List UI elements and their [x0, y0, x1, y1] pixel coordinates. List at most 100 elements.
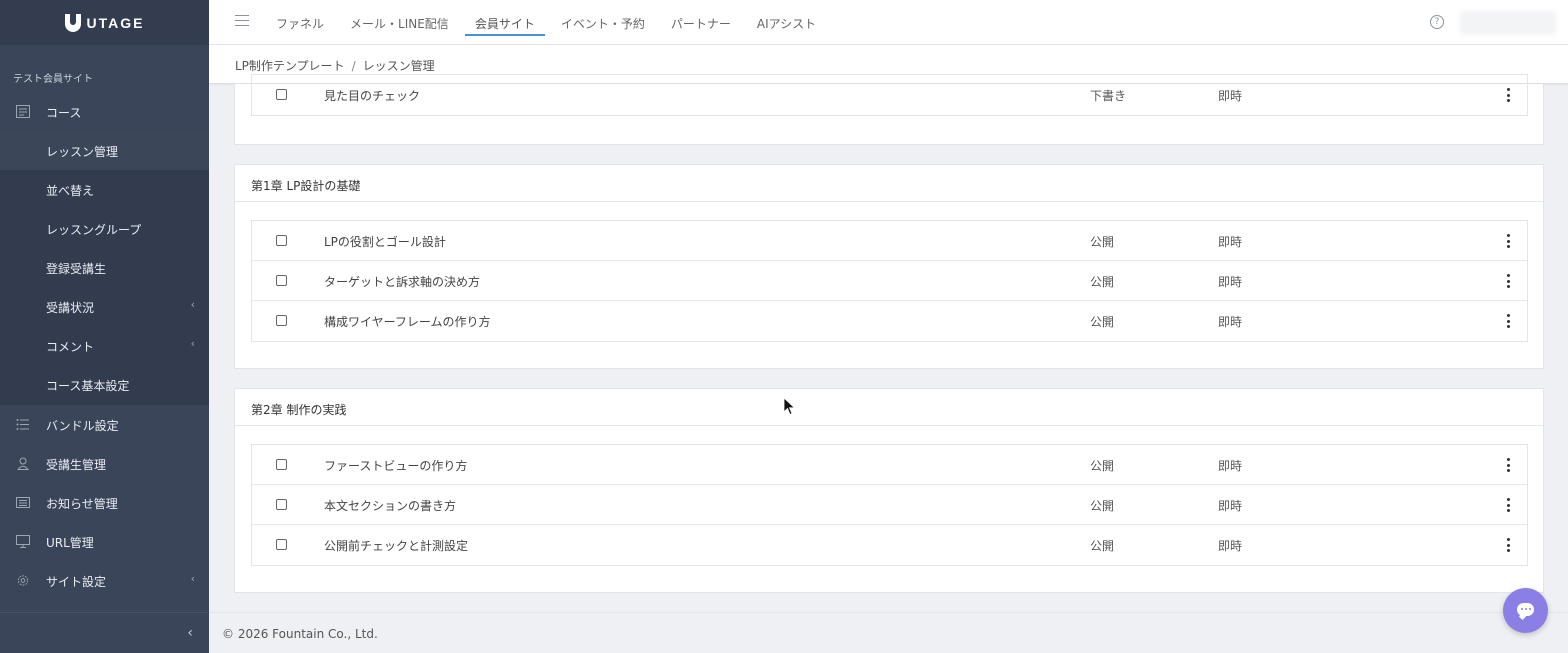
sidebar-item-label: 登録受講生: [46, 262, 107, 276]
lesson-table: 見た目のチェック 下書き 即時: [251, 74, 1528, 116]
gear-icon: [16, 574, 30, 587]
lesson-row: 見た目のチェック 下書き 即時: [252, 75, 1527, 115]
section-title: 第2章 制作の実践: [235, 389, 1543, 426]
sidebar-item-registered-students[interactable]: 登録受講生: [0, 248, 209, 287]
sidebar-item-label: 受講状況: [46, 301, 95, 315]
lesson-title[interactable]: ターゲットと訴求軸の決め方: [324, 273, 480, 290]
lesson-timing: 即時: [1218, 235, 1243, 249]
collapse-chevron-icon[interactable]: ‹: [187, 625, 193, 641]
lesson-title[interactable]: 本文セクションの書き方: [324, 497, 456, 514]
lesson-checkbox[interactable]: [276, 539, 287, 550]
sidebar-item-label: お知らせ管理: [46, 497, 118, 511]
lesson-status: 公開: [1090, 275, 1115, 289]
more-options-icon[interactable]: [1505, 458, 1511, 472]
sidebar: UTAGE テスト会員サイト コース レッスン管理 並べ替え レッスングループ …: [0, 0, 209, 653]
sidebar-item-student-management[interactable]: 受講生管理: [0, 444, 209, 483]
more-options-icon[interactable]: [1505, 274, 1511, 288]
lesson-table: ファーストビューの作り方 公開 即時 本文セクションの書き方 公開 即時 公開前…: [251, 444, 1528, 566]
topnav-ai-assist[interactable]: AIアシスト: [747, 0, 826, 36]
sidebar-item-notice-management[interactable]: お知らせ管理: [0, 483, 209, 522]
lesson-timing: 即時: [1218, 539, 1243, 553]
hamburger-menu-icon[interactable]: [235, 15, 249, 27]
lesson-table: LPの役割とゴール設計 公開 即時 ターゲットと訴求軸の決め方 公開 即時 構成…: [251, 220, 1528, 342]
lesson-checkbox[interactable]: [276, 235, 287, 246]
topnav-partner[interactable]: パートナー: [661, 0, 741, 36]
breadcrumb-parent[interactable]: LP制作テンプレート: [235, 59, 345, 73]
lesson-section: 第2章 制作の実践 ファーストビューの作り方 公開 即時 本文セクションの書き方…: [234, 388, 1544, 593]
user-menu[interactable]: [1460, 11, 1556, 35]
logo[interactable]: UTAGE: [0, 0, 209, 45]
sidebar-item-progress[interactable]: 受講状況 ‹: [0, 287, 209, 326]
lesson-checkbox[interactable]: [276, 459, 287, 470]
chevron-left-icon: ‹: [190, 298, 195, 311]
section-title: 第1章 LP設計の基礎: [235, 165, 1543, 202]
lesson-timing: 即時: [1218, 89, 1243, 103]
lesson-section: 第1章 LP設計の基礎 LPの役割とゴール設計 公開 即時 ターゲットと訴求軸の…: [234, 164, 1544, 369]
more-options-icon[interactable]: [1505, 538, 1511, 552]
topnav-member-site[interactable]: 会員サイト: [464, 0, 545, 36]
sidebar-item-label: レッスン管理: [46, 145, 119, 159]
lesson-row: 構成ワイヤーフレームの作り方 公開 即時: [252, 301, 1527, 341]
lesson-row: LPの役割とゴール設計 公開 即時: [252, 221, 1527, 261]
lesson-status: 公開: [1090, 539, 1115, 553]
footer: © 2026 Fountain Co., Ltd.: [209, 612, 1568, 653]
lesson-title[interactable]: ファーストビューの作り方: [324, 457, 467, 474]
chat-button[interactable]: [1503, 588, 1548, 633]
lesson-checkbox[interactable]: [276, 499, 287, 510]
topnav-funnel[interactable]: ファネル: [266, 0, 334, 36]
sidebar-item-bundle-settings[interactable]: バンドル設定: [0, 405, 209, 444]
lesson-title[interactable]: LPの役割とゴール設計: [324, 233, 446, 250]
lesson-timing: 即時: [1218, 315, 1243, 329]
lesson-checkbox[interactable]: [276, 275, 287, 286]
more-options-icon[interactable]: [1505, 88, 1511, 102]
lesson-row: 公開前チェックと計測設定 公開 即時: [252, 525, 1527, 565]
chevron-left-icon: ‹: [190, 572, 195, 585]
sidebar-item-label: コース: [46, 106, 82, 120]
topnav-event[interactable]: イベント・予約: [551, 0, 655, 36]
sidebar-item-course[interactable]: コース: [0, 92, 209, 131]
document-icon: [16, 105, 30, 118]
lesson-title[interactable]: 構成ワイヤーフレームの作り方: [324, 313, 491, 330]
sidebar-item-label: バンドル設定: [46, 419, 119, 433]
more-options-icon[interactable]: [1505, 314, 1511, 328]
utage-logo-icon: [64, 13, 81, 32]
lesson-status: 公開: [1090, 235, 1115, 249]
lesson-row: ターゲットと訴求軸の決め方 公開 即時: [252, 261, 1527, 301]
sidebar-item-url-management[interactable]: URL管理: [0, 522, 209, 561]
monitor-icon: [16, 535, 30, 548]
sidebar-item-label: レッスングループ: [46, 223, 142, 237]
lesson-title[interactable]: 公開前チェックと計測設定: [324, 537, 468, 554]
copyright: © 2026 Fountain Co., Ltd.: [222, 627, 378, 641]
help-icon[interactable]: ?: [1430, 15, 1444, 29]
sidebar-item-label: 並べ替え: [46, 184, 95, 198]
lesson-row: ファーストビューの作り方 公開 即時: [252, 445, 1527, 485]
lesson-checkbox[interactable]: [276, 89, 287, 100]
logo-text: UTAGE: [86, 14, 145, 31]
more-options-icon[interactable]: [1505, 234, 1511, 248]
lesson-checkbox[interactable]: [276, 315, 287, 326]
person-icon: [16, 457, 30, 470]
top-navbar: ファネル メール・LINE配信 会員サイト イベント・予約 パートナー AIアシ…: [209, 0, 1568, 45]
lesson-status: 公開: [1090, 499, 1115, 513]
sidebar-item-course-settings[interactable]: コース基本設定: [0, 365, 209, 404]
sidebar-item-site-settings[interactable]: サイト設定 ‹: [0, 561, 209, 600]
lesson-section: 見た目のチェック 下書き 即時: [234, 74, 1544, 145]
lesson-timing: 即時: [1218, 499, 1243, 513]
sidebar-item-sort[interactable]: 並べ替え: [0, 170, 209, 209]
lesson-status: 公開: [1090, 315, 1115, 329]
sidebar-item-lesson-group[interactable]: レッスングループ: [0, 209, 209, 248]
chevron-left-icon: ‹: [190, 337, 195, 350]
breadcrumb: LP制作テンプレート / レッスン管理: [235, 57, 435, 74]
newspaper-icon: [16, 496, 30, 509]
sidebar-item-lesson-management[interactable]: レッスン管理: [0, 131, 209, 170]
lesson-timing: 即時: [1218, 275, 1243, 289]
sidebar-item-label: サイト設定: [46, 575, 107, 589]
more-options-icon[interactable]: [1505, 498, 1511, 512]
lesson-status: 公開: [1090, 459, 1115, 473]
sidebar-item-label: コメント: [46, 340, 95, 354]
sidebar-item-label: URL管理: [46, 536, 94, 550]
sidebar-collapse-bar[interactable]: ‹: [0, 612, 209, 653]
lesson-title[interactable]: 見た目のチェック: [324, 87, 420, 104]
sidebar-item-comments[interactable]: コメント ‹: [0, 326, 209, 365]
topnav-mail-line[interactable]: メール・LINE配信: [340, 0, 459, 36]
